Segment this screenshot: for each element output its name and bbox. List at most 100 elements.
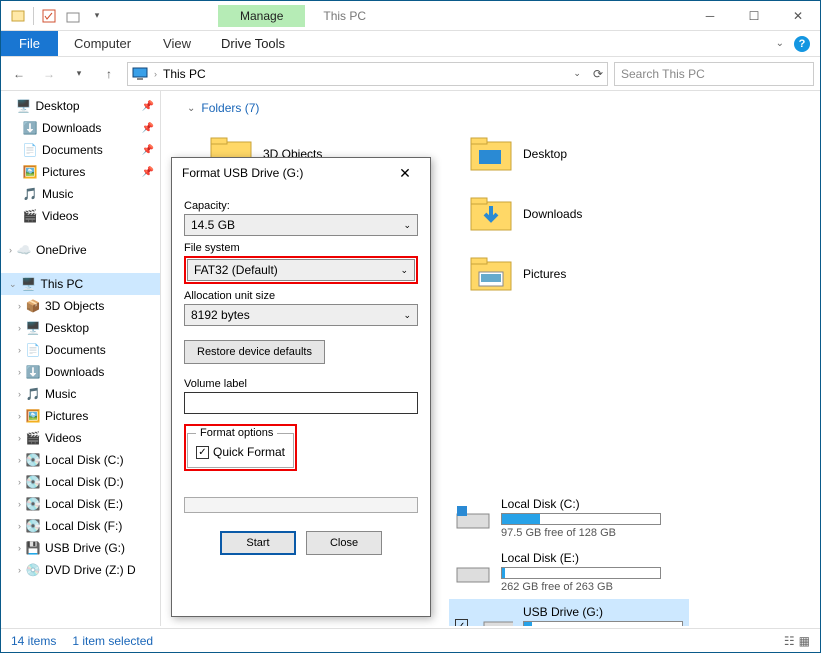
view-tab[interactable]: View	[147, 31, 207, 56]
title-bar: ▾ Manage This PC ─ ☐ ✕	[1, 1, 820, 31]
folder-icon	[469, 194, 513, 234]
capacity-select[interactable]: 14.5 GB⌄	[184, 214, 418, 236]
pin-icon: 📌	[142, 145, 154, 156]
folder-downloads[interactable]: Downloads	[469, 189, 669, 239]
allocation-label: Allocation unit size	[184, 290, 418, 302]
sidebar-item-documents[interactable]: 📄Documents📌	[1, 139, 160, 161]
capacity-bar	[523, 621, 683, 626]
disk-local-e[interactable]: Local Disk (E:) 262 GB free of 263 GB	[449, 545, 689, 599]
sidebar-item-dvd-drive-z[interactable]: ›💿DVD Drive (Z:) D	[1, 559, 160, 581]
address-dropdown-icon[interactable]: ⌄	[573, 68, 581, 79]
filesystem-label: File system	[184, 242, 418, 254]
pin-icon: 📌	[142, 123, 154, 134]
progress-bar	[184, 497, 418, 513]
maximize-button[interactable]: ☐	[732, 2, 776, 30]
status-selection-count: 1 item selected	[72, 634, 153, 648]
help-icon[interactable]: ?	[794, 36, 810, 52]
disk-local-c[interactable]: Local Disk (C:) 97.5 GB free of 128 GB	[449, 491, 689, 545]
sidebar-item-3d-objects[interactable]: ›📦3D Objects	[1, 295, 160, 317]
pin-icon: 📌	[142, 167, 154, 178]
chevron-down-icon: ⌄	[403, 310, 411, 321]
ribbon-expand-icon[interactable]: ⌄	[776, 38, 784, 49]
drive-icon	[455, 558, 491, 586]
capacity-bar	[501, 513, 661, 525]
back-button[interactable]: ←	[7, 62, 31, 86]
capacity-label: Capacity:	[184, 200, 418, 212]
start-button[interactable]: Start	[220, 531, 296, 555]
sidebar-item-onedrive[interactable]: ›☁️OneDrive	[1, 239, 160, 261]
checkbox-checked-icon[interactable]: ✓	[455, 619, 468, 626]
tiles-view-icon[interactable]: ▦	[799, 634, 810, 648]
restore-defaults-button[interactable]: Restore device defaults	[184, 340, 325, 364]
computer-tab[interactable]: Computer	[58, 31, 147, 56]
filesystem-select[interactable]: FAT32 (Default)⌄	[187, 259, 415, 281]
refresh-icon[interactable]: ⟳	[593, 67, 603, 81]
dialog-title: Format USB Drive (G:)	[182, 166, 303, 180]
drive-icon	[455, 504, 491, 532]
sidebar-item-downloads[interactable]: ⬇️Downloads📌	[1, 117, 160, 139]
search-input[interactable]: Search This PC	[614, 62, 814, 86]
forward-button[interactable]: →	[37, 62, 61, 86]
sidebar-item-downloads-pc[interactable]: ›⬇️Downloads	[1, 361, 160, 383]
highlight-box: FAT32 (Default)⌄	[184, 256, 418, 284]
navigation-pane: 🖥️Desktop📌 ⬇️Downloads📌 📄Documents📌 🖼️Pi…	[1, 91, 161, 626]
chevron-down-icon: ⌄	[187, 103, 195, 114]
pin-icon: 📌	[142, 101, 154, 112]
qat-properties-icon[interactable]	[38, 5, 60, 27]
sidebar-item-pictures[interactable]: 🖼️Pictures📌	[1, 161, 160, 183]
drive-tools-tab[interactable]: Drive Tools	[207, 31, 299, 56]
checkbox-checked-icon: ✓	[196, 446, 209, 459]
allocation-select[interactable]: 8192 bytes⌄	[184, 304, 418, 326]
file-tab[interactable]: File	[1, 31, 58, 56]
quick-format-checkbox[interactable]: ✓ Quick Format	[196, 445, 285, 459]
minimize-button[interactable]: ─	[688, 2, 732, 30]
sidebar-item-desktop-pc[interactable]: ›🖥️Desktop	[1, 317, 160, 339]
address-text: This PC	[163, 67, 567, 81]
sidebar-item-music[interactable]: 🎵Music	[1, 183, 160, 205]
sidebar-item-pictures-pc[interactable]: ›🖼️Pictures	[1, 405, 160, 427]
sidebar-item-videos-pc[interactable]: ›🎬Videos	[1, 427, 160, 449]
close-button[interactable]: Close	[306, 531, 382, 555]
format-options-group: Format options ✓ Quick Format	[187, 427, 294, 468]
folder-icon	[469, 134, 513, 174]
status-item-count: 14 items	[11, 634, 56, 648]
address-bar[interactable]: › This PC ⌄ ⟳	[127, 62, 608, 86]
up-button[interactable]: ↑	[97, 62, 121, 86]
dialog-close-button[interactable]: ✕	[390, 165, 420, 182]
volume-label-input[interactable]	[184, 392, 418, 414]
sidebar-item-local-disk-e[interactable]: ›💽Local Disk (E:)	[1, 493, 160, 515]
sidebar-item-documents-pc[interactable]: ›📄Documents	[1, 339, 160, 361]
close-window-button[interactable]: ✕	[776, 2, 820, 30]
drive-icon	[482, 612, 514, 626]
folders-group-header[interactable]: ⌄ Folders (7)	[169, 99, 812, 121]
folder-icon	[469, 254, 513, 294]
quick-access-toolbar: ▾	[1, 5, 108, 27]
sidebar-item-desktop[interactable]: 🖥️Desktop📌	[1, 95, 160, 117]
ribbon-context-tab-manage[interactable]: Manage	[218, 5, 305, 27]
dialog-title-bar: Format USB Drive (G:) ✕	[172, 158, 430, 188]
folder-pictures[interactable]: Pictures	[469, 249, 669, 299]
sidebar-item-music-pc[interactable]: ›🎵Music	[1, 383, 160, 405]
volume-label-label: Volume label	[184, 378, 418, 390]
qat-dropdown-icon[interactable]: ▾	[86, 5, 108, 27]
chevron-down-icon: ⌄	[403, 220, 411, 231]
sidebar-item-videos[interactable]: 🎬Videos	[1, 205, 160, 227]
sidebar-item-this-pc[interactable]: ⌄🖥️This PC	[1, 273, 160, 295]
sidebar-item-usb-drive-g[interactable]: ›💾USB Drive (G:)	[1, 537, 160, 559]
disk-usb-g[interactable]: ✓ USB Drive (G:) 14.0 GB free of 14.5 GB	[449, 599, 689, 626]
chevron-down-icon: ⌄	[400, 265, 408, 276]
details-view-icon[interactable]: ☷	[784, 634, 795, 648]
ribbon-tabs: File Computer View Drive Tools ⌄ ?	[1, 31, 820, 57]
sidebar-item-local-disk-c[interactable]: ›💽Local Disk (C:)	[1, 449, 160, 471]
format-dialog: Format USB Drive (G:) ✕ Capacity: 14.5 G…	[171, 157, 431, 617]
folder-desktop[interactable]: Desktop	[469, 129, 669, 179]
navigation-bar: ← → ▾ ↑ › This PC ⌄ ⟳ Search This PC	[1, 57, 820, 91]
window-title: This PC	[305, 5, 384, 27]
recent-dropdown-icon[interactable]: ▾	[67, 62, 91, 86]
this-pc-icon	[132, 66, 148, 82]
qat-new-folder-icon[interactable]	[62, 5, 84, 27]
sidebar-item-local-disk-f[interactable]: ›💽Local Disk (F:)	[1, 515, 160, 537]
capacity-bar	[501, 567, 661, 579]
sidebar-item-local-disk-d[interactable]: ›💽Local Disk (D:)	[1, 471, 160, 493]
app-icon	[7, 5, 29, 27]
